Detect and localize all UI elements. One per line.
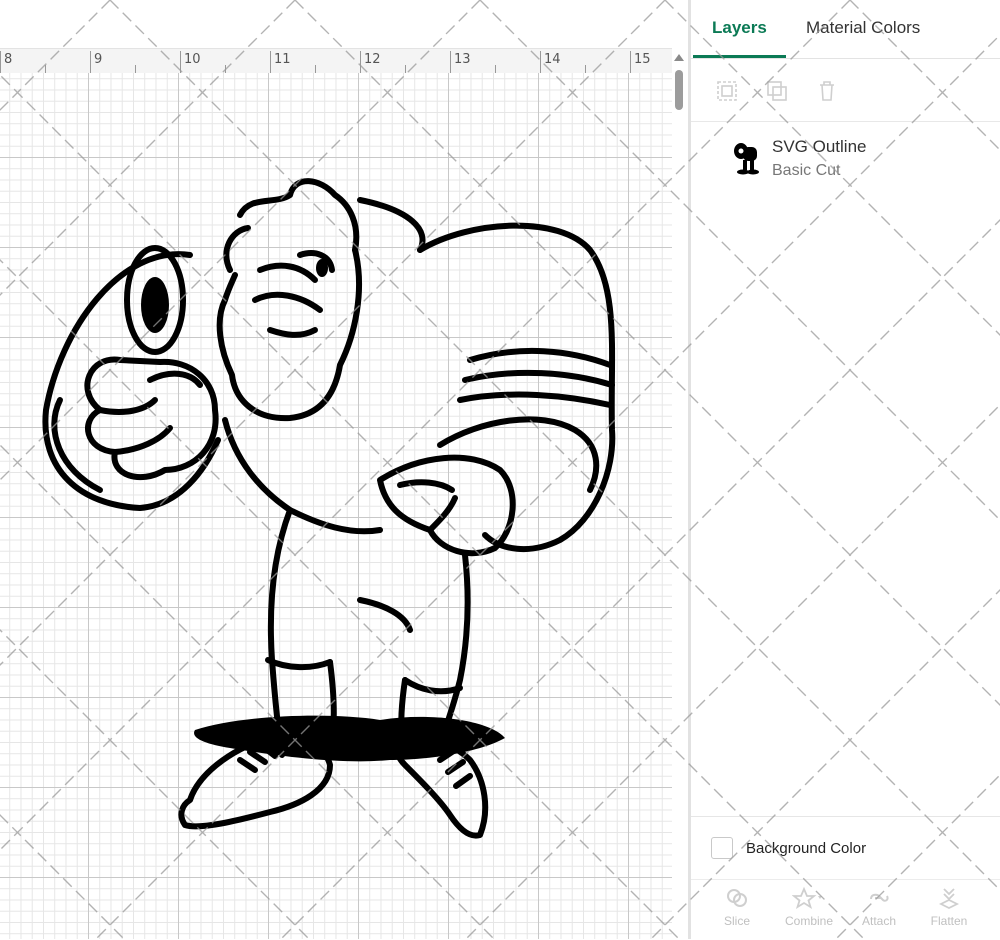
layer-name: SVG Outline [772,137,867,156]
panel-tabs: Layers Material Colors [691,0,1000,59]
slice-button[interactable]: Slice [707,886,767,938]
layers-toolbar [691,59,1000,122]
layers-panel: Layers Material Colors SVG Outline Basic… [691,0,1000,939]
background-color-row: Background Color [691,816,1000,879]
combine-icon [792,886,822,910]
layer-thumbnail-icon [734,143,759,175]
vertical-scrollbar[interactable] [672,48,686,939]
design-canvas[interactable]: 8 9 10 11 12 13 14 15 [0,0,690,939]
slice-icon [727,889,747,907]
group-icon[interactable] [715,79,739,103]
scrollbar-thumb[interactable] [675,70,683,110]
layer-operation: Basic Cut [772,162,841,179]
layer-actions-bar: Slice Combine Attach Flatten [691,879,1000,940]
flatten-label: Flatten [930,914,968,928]
combine-button[interactable]: Combine [779,886,839,938]
attach-icon [870,893,889,902]
active-tab-indicator [693,55,786,58]
combine-label: Combine [784,914,834,928]
tab-layers[interactable]: Layers [712,18,767,38]
tab-material-colors[interactable]: Material Colors [806,18,920,38]
flatten-button[interactable]: Flatten [919,886,979,938]
background-color-label: Background Color [746,840,867,857]
duplicate-icon[interactable] [765,79,789,103]
slice-label: Slice [723,914,750,928]
attach-button[interactable]: Attach [849,886,909,938]
layer-item-svg-outline[interactable]: SVG Outline Basic Cut [691,124,1000,194]
delete-icon[interactable] [815,79,839,103]
background-color-checkbox[interactable] [711,837,733,859]
scroll-up-arrow-icon[interactable] [674,54,684,61]
bulldog-football-artwork[interactable] [0,0,690,939]
flatten-icon [938,888,960,910]
attach-label: Attach [861,914,897,928]
